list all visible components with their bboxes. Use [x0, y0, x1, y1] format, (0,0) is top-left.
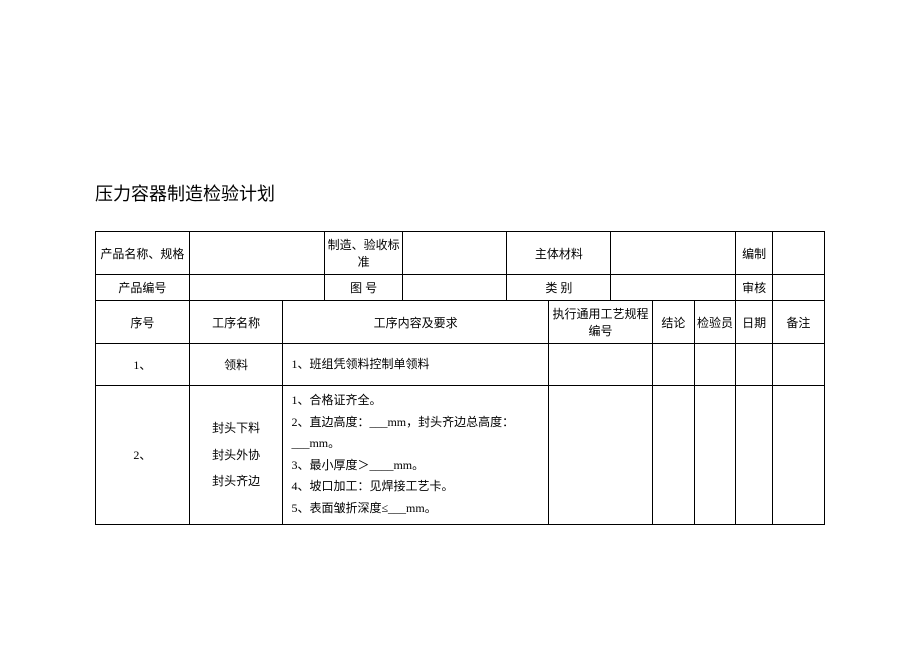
cell-remark — [772, 344, 824, 386]
value-main-material — [611, 232, 736, 275]
header-row-1: 产品名称、规格 制造、验收标准 主体材料 编制 — [96, 232, 825, 275]
label-category: 类 别 — [507, 275, 611, 301]
label-prepared-by: 编制 — [736, 232, 772, 275]
inspection-plan-table: 产品名称、规格 制造、验收标准 主体材料 编制 产品编号 图 号 类 别 审核 … — [95, 231, 825, 525]
cell-conclusion — [653, 386, 695, 525]
cell-process-name: 领料 — [189, 344, 283, 386]
value-prepared-by — [772, 232, 824, 275]
value-product-name-spec — [189, 232, 324, 275]
value-mfg-accept-std — [403, 232, 507, 275]
value-reviewed-by — [772, 275, 824, 301]
cell-inspector — [694, 386, 736, 525]
col-conclusion: 结论 — [653, 301, 695, 344]
value-category — [611, 275, 736, 301]
col-process-name: 工序名称 — [189, 301, 283, 344]
cell-conclusion — [653, 344, 695, 386]
cell-process-name: 封头下料封头外协封头齐边 — [189, 386, 283, 525]
cell-date — [736, 344, 772, 386]
col-seq: 序号 — [96, 301, 190, 344]
value-product-no — [189, 275, 324, 301]
value-drawing-no — [403, 275, 507, 301]
table-row: 1、 领料 1、班组凭领料控制单领料 — [96, 344, 825, 386]
document-title: 压力容器制造检验计划 — [95, 180, 825, 206]
cell-seq: 1、 — [96, 344, 190, 386]
cell-seq: 2、 — [96, 386, 190, 525]
label-mfg-accept-std: 制造、验收标准 — [325, 232, 403, 275]
label-main-material: 主体材料 — [507, 232, 611, 275]
col-general-proc-no: 执行通用工艺规程编号 — [548, 301, 652, 344]
col-remark: 备注 — [772, 301, 824, 344]
cell-remark — [772, 386, 824, 525]
table-row: 2、 封头下料封头外协封头齐边 1、合格证齐全。2、直边高度：___mm，封头齐… — [96, 386, 825, 525]
header-row-2: 产品编号 图 号 类 别 审核 — [96, 275, 825, 301]
col-date: 日期 — [736, 301, 772, 344]
label-product-name-spec: 产品名称、规格 — [96, 232, 190, 275]
label-drawing-no: 图 号 — [325, 275, 403, 301]
cell-inspector — [694, 344, 736, 386]
column-header-row: 序号 工序名称 工序内容及要求 执行通用工艺规程编号 结论 检验员 日期 备注 — [96, 301, 825, 344]
cell-content: 1、班组凭领料控制单领料 — [283, 344, 549, 386]
cell-proc-no — [548, 386, 652, 525]
label-reviewed-by: 审核 — [736, 275, 772, 301]
cell-content: 1、合格证齐全。2、直边高度：___mm，封头齐边总高度：___mm。3、最小厚… — [283, 386, 549, 525]
col-inspector: 检验员 — [694, 301, 736, 344]
label-product-no: 产品编号 — [96, 275, 190, 301]
cell-proc-no — [548, 344, 652, 386]
cell-date — [736, 386, 772, 525]
col-process-content: 工序内容及要求 — [283, 301, 549, 344]
